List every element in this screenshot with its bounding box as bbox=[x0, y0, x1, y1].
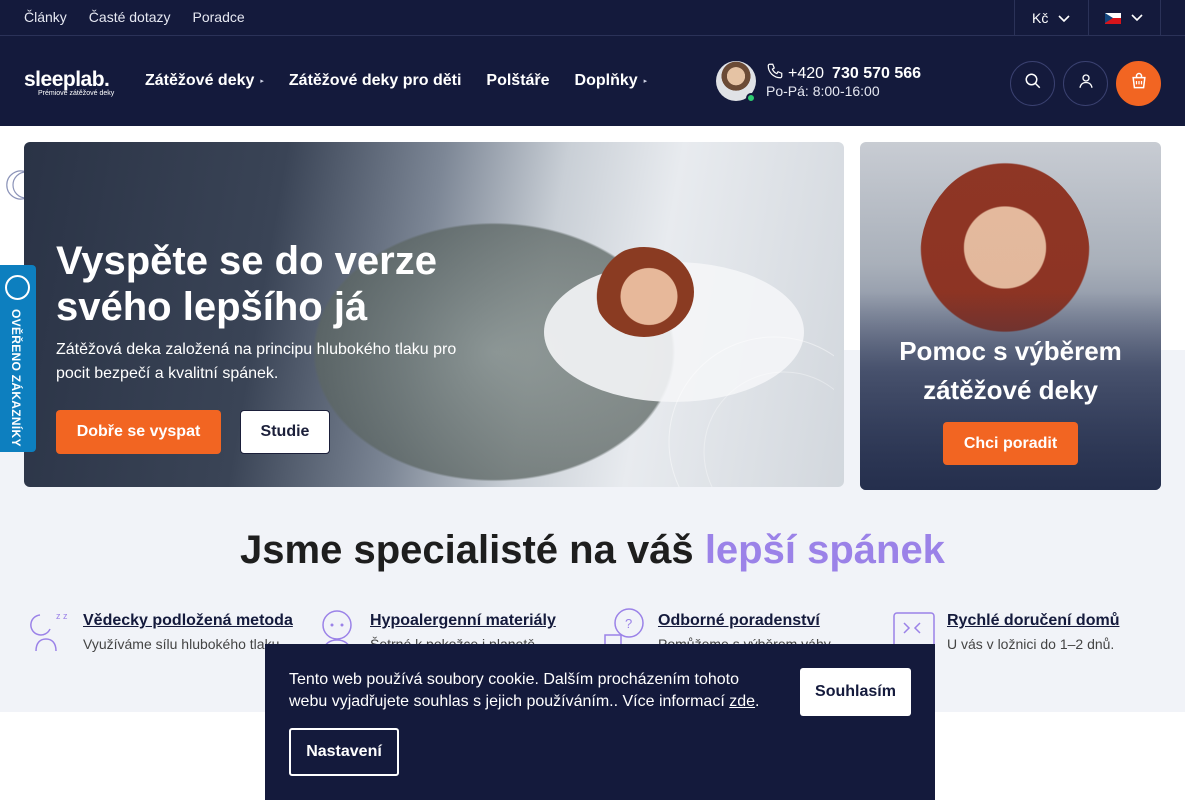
main-header: sleeplab. Prémiové zátěžové deky Zátěžov… bbox=[0, 36, 1185, 126]
cookie-banner: Tento web používá soubory cookie. Dalším… bbox=[265, 644, 935, 800]
czech-flag-icon bbox=[1105, 12, 1121, 24]
logo-text: sleeplab. bbox=[24, 68, 110, 91]
section-title-accent: lepší spánek bbox=[704, 528, 945, 572]
chevron-down-icon bbox=[1058, 10, 1070, 26]
hero-banner: Vyspěte se do verze svého lepšího já Zát… bbox=[24, 142, 844, 487]
top-link-faq[interactable]: Časté dotazy bbox=[89, 9, 171, 25]
decorative-swirl-icon bbox=[668, 336, 834, 487]
cookie-more-info-link[interactable]: zde bbox=[729, 693, 755, 710]
top-link-articles[interactable]: Články bbox=[24, 9, 67, 25]
search-icon bbox=[1024, 72, 1042, 95]
account-button[interactable] bbox=[1063, 61, 1108, 106]
online-status-dot bbox=[746, 93, 756, 103]
currency-selector[interactable]: Kč bbox=[1014, 0, 1089, 36]
top-link-advisor[interactable]: Poradce bbox=[193, 9, 245, 25]
card-title: Pomoc s výběrem zátěžové deky bbox=[899, 336, 1122, 405]
user-icon bbox=[1077, 72, 1095, 95]
hero-title: Vyspěte se do verze svého lepšího já bbox=[56, 239, 437, 329]
opening-hours: Po-Pá: 8:00-16:00 bbox=[766, 83, 880, 99]
cookie-settings-button[interactable]: Nastavení bbox=[289, 728, 399, 776]
main-nav: Zátěžové deky ▸ Zátěžové deky pro děti Po… bbox=[145, 72, 647, 90]
site-logo[interactable]: sleeplab. Prémiové zátěžové deky bbox=[24, 68, 115, 98]
logo-tagline: Prémiové zátěžové deky bbox=[38, 90, 115, 97]
badge-label: OVĚŘENO ZÁKAZNÍKY bbox=[9, 309, 23, 447]
phone-prefix: +420 bbox=[788, 64, 825, 82]
cart-icon bbox=[1129, 71, 1149, 96]
verified-seal-icon bbox=[5, 275, 30, 300]
section-title: Jsme specialisté na váš lepší spánek bbox=[0, 528, 1185, 573]
nav-item-weighted-blankets[interactable]: Zátěžové deky ▸ bbox=[145, 72, 264, 90]
advice-card: Pomoc s výběrem zátěžové deky Chci porad… bbox=[860, 142, 1161, 490]
section-title-main: Jsme specialisté na váš bbox=[240, 528, 694, 572]
feature-title[interactable]: Vědecky podložená metoda bbox=[83, 612, 293, 630]
verified-customers-badge[interactable]: OVĚŘENO ZÁKAZNÍKY bbox=[0, 265, 36, 452]
top-links: Články Časté dotazy Poradce bbox=[24, 9, 245, 25]
currency-label: Kč bbox=[1032, 10, 1049, 26]
nav-item-pillows[interactable]: Polštáře bbox=[486, 72, 549, 90]
sleeping-person-icon: z z bbox=[26, 605, 76, 655]
svg-text:?: ? bbox=[625, 616, 632, 631]
dropdown-arrow-icon: ▸ bbox=[643, 78, 648, 85]
dropdown-arrow-icon: ▸ bbox=[260, 78, 264, 85]
feature-item: z z Vědecky podložená metoda Využíváme s… bbox=[26, 605, 306, 655]
feature-desc: U vás v ložnici do 1–2 dnů. bbox=[947, 636, 1115, 652]
cookie-accept-button[interactable]: Souhlasím bbox=[800, 668, 911, 716]
phone-icon bbox=[766, 62, 784, 85]
sleep-well-button[interactable]: Dobře se vyspat bbox=[56, 410, 221, 454]
top-bar: Články Časté dotazy Poradce Kč bbox=[0, 0, 1185, 36]
feature-desc: Využíváme sílu hlubokého tlaku bbox=[83, 636, 280, 652]
feature-title[interactable]: Hypoalergenní materiály bbox=[370, 612, 556, 630]
studies-button[interactable]: Studie bbox=[240, 410, 330, 454]
feature-title[interactable]: Rychlé doručení domů bbox=[947, 612, 1119, 630]
chevron-down-icon bbox=[1131, 9, 1143, 27]
search-button[interactable] bbox=[1010, 61, 1055, 106]
get-advice-button[interactable]: Chci poradit bbox=[943, 422, 1078, 465]
phone-number: 730 570 566 bbox=[832, 64, 922, 82]
cookie-text: Tento web používá soubory cookie. Dalším… bbox=[289, 671, 760, 710]
nav-item-accessories[interactable]: Doplňky ▸ bbox=[575, 72, 648, 90]
phone-link[interactable]: +420 730 570 566 bbox=[766, 62, 921, 85]
feature-title[interactable]: Odborné poradenství bbox=[658, 612, 820, 630]
svg-text:z z: z z bbox=[56, 611, 68, 621]
hero-text: Zátěžová deka založená na principu hlubo… bbox=[56, 341, 457, 382]
cart-button[interactable] bbox=[1116, 61, 1161, 106]
hero-image-sleeper bbox=[594, 247, 694, 337]
language-selector[interactable] bbox=[1089, 0, 1161, 36]
nav-item-kids-blankets[interactable]: Zátěžové deky pro děti bbox=[289, 72, 462, 90]
